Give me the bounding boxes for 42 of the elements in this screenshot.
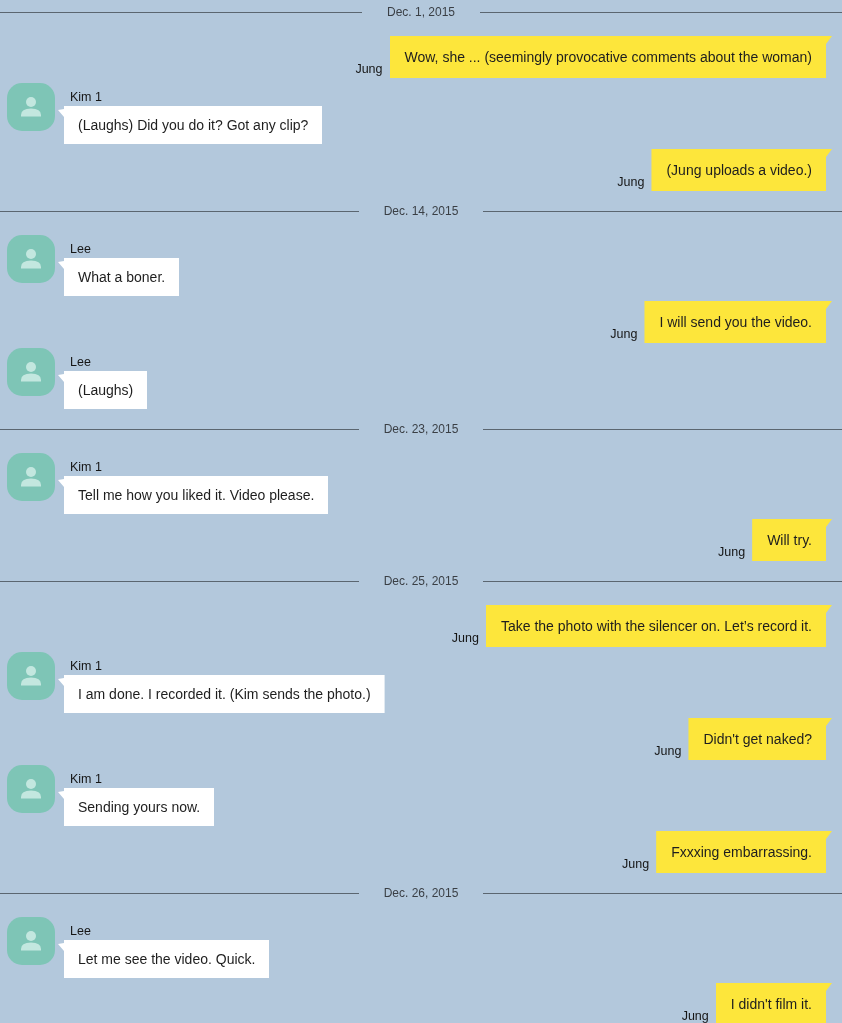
message-bubble: Fxxxing embarrassing. <box>656 831 832 873</box>
message-bubble: Tell me how you liked it. Video please. <box>58 476 329 514</box>
sender-name: Jung <box>622 857 650 871</box>
message-bubble: (Laughs) <box>58 371 148 409</box>
message-bubble: Didn't get naked? <box>688 718 832 760</box>
sender-name: Jung <box>610 327 638 341</box>
sender-name: Kim 1 <box>70 659 102 673</box>
avatar-icon <box>7 652 55 700</box>
message-bubble: Sending yours now. <box>58 788 215 826</box>
message-bubble: What a boner. <box>58 258 180 296</box>
avatar-icon <box>7 235 55 283</box>
message-bubble: Wow, she ... (seemingly provocative comments about the woman) <box>389 36 832 78</box>
sender-name: Jung <box>654 744 682 758</box>
message-bubble: I will send you the video. <box>644 301 832 343</box>
avatar-icon <box>7 348 55 396</box>
avatar-icon <box>7 765 55 813</box>
date-label: Dec. 1, 2015 <box>386 5 457 19</box>
date-label: Dec. 23, 2015 <box>382 422 460 436</box>
sender-name: Lee <box>70 355 91 369</box>
message-bubble: (Jung uploads a video.) <box>651 149 832 191</box>
date-label: Dec. 26, 2015 <box>382 886 460 900</box>
sender-name: Kim 1 <box>70 90 102 104</box>
message-bubble: I didn't film it. <box>715 983 832 1023</box>
sender-name: Lee <box>70 924 91 938</box>
avatar-icon <box>7 83 55 131</box>
sender-name: Lee <box>70 242 91 256</box>
message-bubble: Take the photo with the silencer on. Let’s record it. <box>485 605 832 647</box>
message-bubble: (Laughs) Did you do it? Got any clip? <box>58 106 323 144</box>
avatar-icon <box>7 453 55 501</box>
sender-name: Jung <box>718 545 746 559</box>
date-label: Dec. 25, 2015 <box>382 574 460 588</box>
date-label: Dec. 14, 2015 <box>382 204 460 218</box>
message-bubble: I am done. I recorded it. (Kim sends the photo.) <box>58 675 385 713</box>
sender-name: Jung <box>451 631 479 645</box>
sender-name: Jung <box>681 1009 709 1023</box>
sender-name: Kim 1 <box>70 772 102 786</box>
sender-name: Jung <box>617 175 645 189</box>
message-bubble: Let me see the video. Quick. <box>58 940 270 978</box>
sender-name: Kim 1 <box>70 460 102 474</box>
message-bubble: Will try. <box>752 519 832 561</box>
avatar-icon <box>7 917 55 965</box>
sender-name: Jung <box>355 62 383 76</box>
